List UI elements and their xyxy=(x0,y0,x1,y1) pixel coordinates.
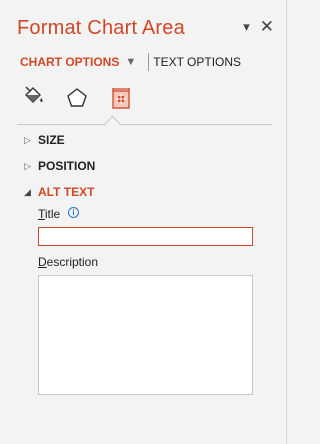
section-size-label: SIZE xyxy=(38,133,65,147)
section-alt-text[interactable]: ◢ ALT TEXT xyxy=(24,185,94,199)
tab-divider xyxy=(148,53,150,71)
effects-pentagon-icon[interactable] xyxy=(65,86,89,110)
chart-options-dropdown-icon[interactable]: ▼ xyxy=(125,56,136,68)
category-icons xyxy=(21,82,133,110)
expanded-triangle-icon: ◢ xyxy=(24,186,31,197)
title-field-label: Title xyxy=(38,207,61,221)
close-icon[interactable]: ✕ xyxy=(260,18,274,35)
alt-title-input[interactable] xyxy=(38,227,253,246)
section-size[interactable]: ▷ SIZE xyxy=(24,133,65,147)
dropdown-caret-icon[interactable]: ▾ xyxy=(243,19,250,35)
fill-line-icon[interactable] xyxy=(21,86,45,110)
selected-category-pointer xyxy=(104,115,121,132)
collapsed-triangle-icon: ▷ xyxy=(24,160,31,171)
info-icon[interactable]: i xyxy=(68,207,79,218)
section-position[interactable]: ▷ POSITION xyxy=(24,159,95,173)
alt-description-textarea[interactable] xyxy=(38,275,253,395)
format-chart-area-pane: Format Chart Area ▾ ✕ CHART OPTIONS ▼ TE… xyxy=(0,0,287,444)
pane-title: Format Chart Area xyxy=(17,17,185,39)
size-properties-icon[interactable] xyxy=(109,86,133,110)
pane-header-controls: ▾ ✕ xyxy=(243,18,274,35)
collapsed-triangle-icon: ▷ xyxy=(24,134,31,145)
description-field-label: Description xyxy=(38,255,99,269)
tab-text-options[interactable]: TEXT OPTIONS xyxy=(153,55,241,69)
tab-chart-options[interactable]: CHART OPTIONS xyxy=(20,55,119,69)
section-alt-text-label: ALT TEXT xyxy=(38,185,95,199)
options-tabs: CHART OPTIONS ▼ TEXT OPTIONS xyxy=(20,53,241,71)
category-divider xyxy=(17,124,272,125)
section-position-label: POSITION xyxy=(38,159,96,173)
